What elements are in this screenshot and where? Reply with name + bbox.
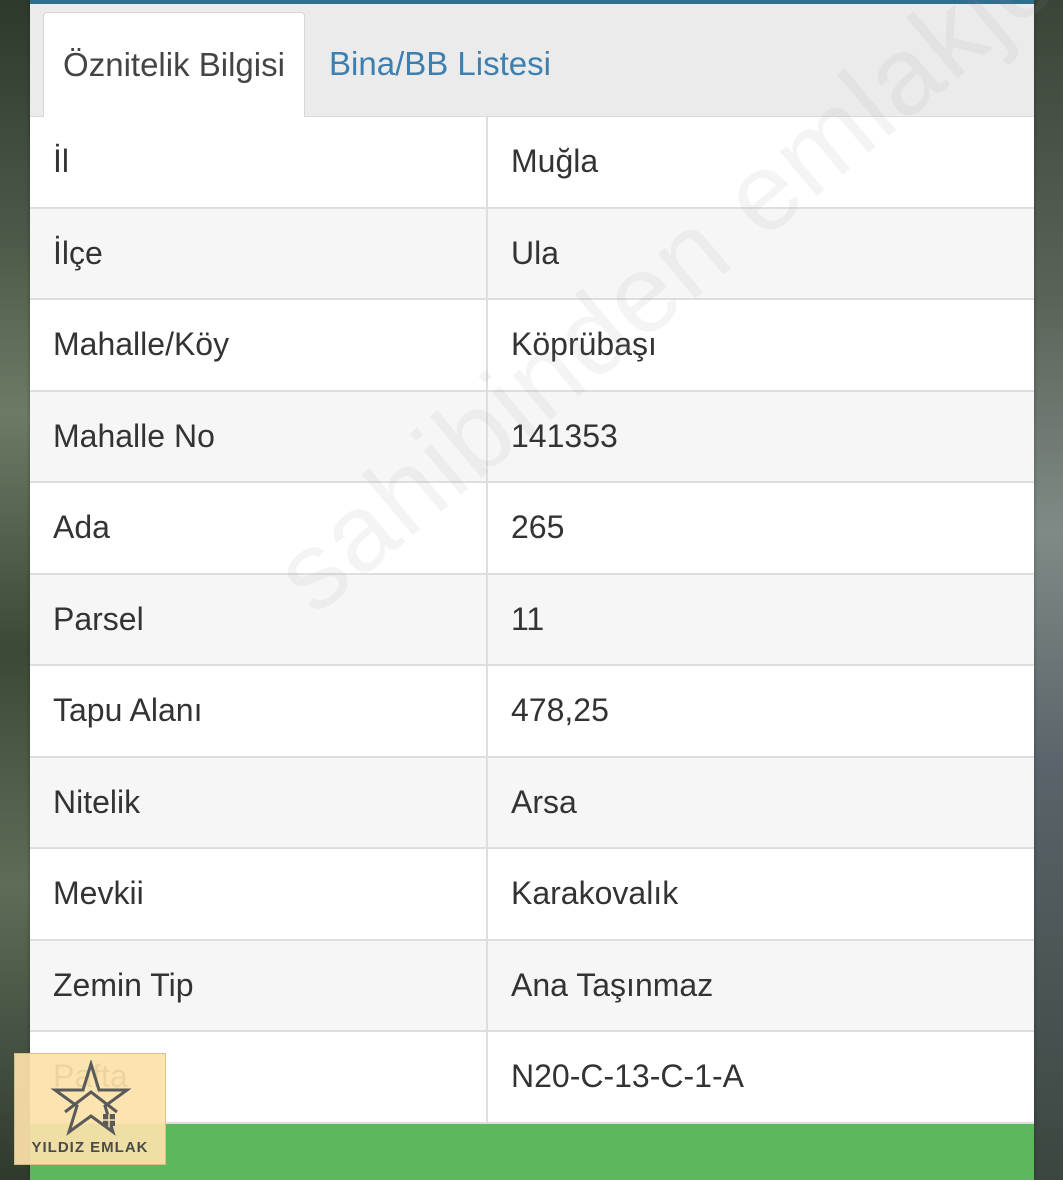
row-key: Tapu Alanı <box>30 666 488 756</box>
tab-attribute-info[interactable]: Öznitelik Bilgisi <box>43 12 305 117</box>
row-value: Karakovalık <box>511 875 679 912</box>
table-row: Mahalle No 141353 <box>30 391 1034 483</box>
row-key: Mahalle No <box>30 391 488 481</box>
row-key: Mevkii <box>30 849 488 939</box>
row-value: Arsa <box>511 783 577 820</box>
row-value: N20-C-13-C-1-A <box>511 1058 744 1095</box>
row-value: Köprübaşı <box>511 326 657 363</box>
row-key: İl <box>30 117 488 207</box>
table-row: Nitelik Arsa <box>30 757 1034 849</box>
table-row: Pafta N20-C-13-C-1-A <box>30 1032 1034 1124</box>
row-key: Mahalle/Köy <box>30 300 488 390</box>
logo-text: YILDIZ EMLAK <box>31 1139 149 1156</box>
tab-bar: Öznitelik Bilgisi Bina/BB Listesi <box>30 4 1034 119</box>
map-background-right <box>1033 0 1063 1180</box>
row-value: Ula <box>511 234 560 271</box>
row-value: 265 <box>511 509 565 546</box>
table-row: Ada 265 <box>30 483 1034 575</box>
row-value: Ana Taşınmaz <box>511 966 714 1003</box>
row-value: 141353 <box>511 417 618 454</box>
table-row: Mahalle/Köy Köprübaşı <box>30 300 1034 392</box>
row-key: Zemin Tip <box>30 940 488 1030</box>
table-row: Tapu Alanı 478,25 <box>30 666 1034 758</box>
table-row: Parsel 11 <box>30 574 1034 666</box>
table-row: Mevkii Karakovalık <box>30 849 1034 941</box>
table-row: İlçe Ula <box>30 208 1034 300</box>
row-value: 11 <box>511 600 545 637</box>
row-key: Parsel <box>30 574 488 664</box>
parcel-info-panel: Öznitelik Bilgisi Bina/BB Listesi İl Muğ… <box>30 0 1063 1180</box>
row-key: Nitelik <box>30 757 488 847</box>
row-key: İlçe <box>30 208 488 298</box>
row-value: 478,25 <box>511 692 609 729</box>
tab-building-list[interactable]: Bina/BB Listesi <box>320 12 560 116</box>
row-key: Ada <box>30 483 488 573</box>
table-row: Zemin Tip Ana Taşınmaz <box>30 940 1034 1032</box>
yildiz-emlak-logo: YILDIZ EMLAK <box>14 1053 166 1165</box>
map-background-left <box>0 0 32 1180</box>
attribute-table: İl Muğla İlçe Ula Mahalle/Köy Köprübaşı … <box>30 117 1034 1124</box>
house-star-logo-icon <box>50 1060 132 1136</box>
table-row: İl Muğla <box>30 117 1034 209</box>
action-button[interactable] <box>30 1124 1034 1180</box>
row-value: Muğla <box>511 143 599 180</box>
